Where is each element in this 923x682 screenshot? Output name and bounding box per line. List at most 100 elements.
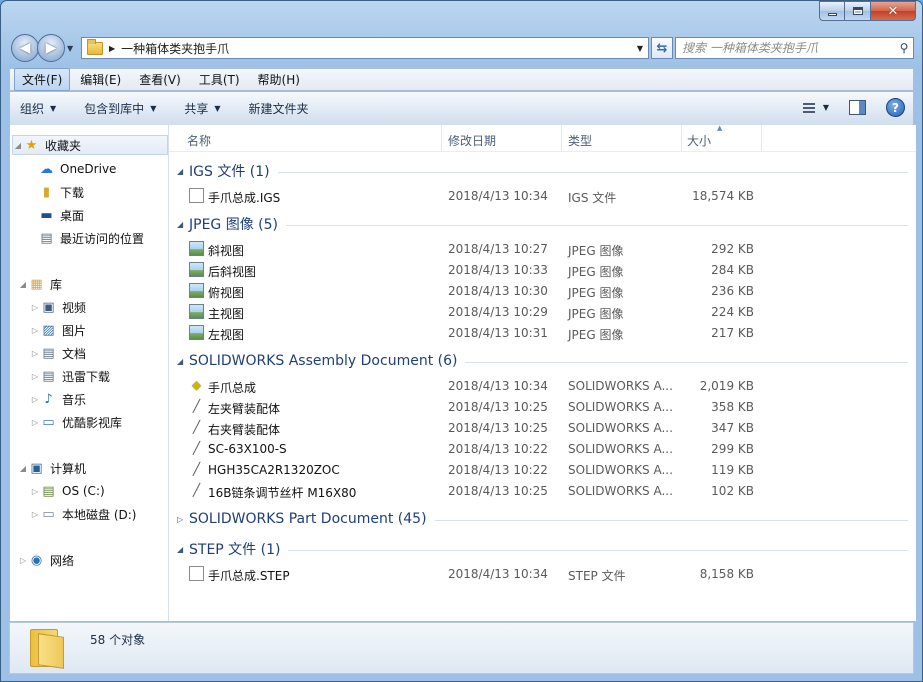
file-row[interactable]: 斜视图 2018/4/13 10:27 JPEG 图像 292 KB: [169, 238, 916, 259]
jpeg-image-icon: [189, 304, 204, 319]
sidebar-item-desktop[interactable]: ▬ 桌面: [38, 205, 84, 225]
sidebar-item-favorites[interactable]: ◢ ★ 收藏夹: [12, 135, 168, 155]
sidebar-label: 网络: [50, 553, 75, 568]
organize-button[interactable]: 组织 ▼: [20, 100, 56, 117]
file-row[interactable]: ╱ 左夹臂装配体 2018/4/13 10:25 SOLIDWORKS A... 358…: [169, 396, 916, 417]
expand-triangle-icon[interactable]: ▷: [30, 326, 40, 335]
search-icon[interactable]: ⚲: [895, 41, 913, 55]
column-header-date[interactable]: 修改日期: [448, 132, 496, 149]
maximize-button[interactable]: [845, 1, 871, 21]
sidebar-item-downloads[interactable]: ▮ 下载: [38, 182, 84, 202]
sidebar-item-documents[interactable]: ▷ ▤ 文档: [30, 343, 86, 363]
menu-bar: 文件(F) 编辑(E) 查看(V) 工具(T) 帮助(H): [9, 68, 914, 91]
help-icon[interactable]: ?: [886, 98, 905, 117]
sidebar-item-os-c[interactable]: ▷ ▤ OS (C:): [30, 481, 105, 501]
share-button[interactable]: 共享 ▼: [184, 100, 220, 117]
forward-button[interactable]: ▶: [37, 34, 65, 62]
file-name: 斜视图: [208, 244, 245, 258]
group-title: JPEG 图像 (5): [189, 217, 278, 233]
sidebar-item-youku[interactable]: ▷ ▭ 优酷影视库: [30, 412, 122, 432]
music-icon: ♪: [44, 391, 53, 407]
file-row[interactable]: 手爪总成.IGS 2018/4/13 10:34 IGS 文件 18,574 KB: [169, 185, 916, 206]
file-row[interactable]: ╱ SC-63X100-S 2018/4/13 10:22 SOLIDWORKS A.…: [169, 438, 916, 459]
file-row[interactable]: ╱ 右夹臂装配体 2018/4/13 10:25 SOLIDWORKS A... 347…: [169, 417, 916, 438]
file-row[interactable]: ◆ 手爪总成 2018/4/13 10:34 SOLIDWORKS A... 2,019…: [169, 375, 916, 396]
sidebar-label: 最近访问的位置: [60, 231, 145, 246]
include-in-library-button[interactable]: 包含到库中 ▼: [84, 100, 156, 117]
sidebar-item-computer[interactable]: ◢ ▣ 计算机: [18, 458, 86, 478]
address-bar[interactable]: ▶ 一种箱体类夹抱手爪 ▼: [81, 37, 649, 59]
breadcrumb-chevron-icon[interactable]: ▶: [109, 44, 115, 53]
file-row[interactable]: ╱ 16B链条调节丝杆 M16X80 2018/4/13 10:25 SOLIDWOR…: [169, 480, 916, 501]
file-row[interactable]: 主视图 2018/4/13 10:29 JPEG 图像 224 KB: [169, 301, 916, 322]
caption-buttons: ✕: [819, 1, 916, 21]
sidebar-item-recent-places[interactable]: ▤ 最近访问的位置: [38, 228, 144, 248]
preview-pane-icon[interactable]: [849, 100, 866, 115]
sidebar-item-local-disk-d[interactable]: ▷ ▭ 本地磁盘 (D:): [30, 504, 137, 524]
view-options-dropdown[interactable]: ▼: [823, 103, 829, 112]
sidebar-item-network[interactable]: ▷ ◉ 网络: [18, 550, 74, 570]
menu-view[interactable]: 查看(V): [131, 68, 189, 91]
refresh-button[interactable]: ⇆: [651, 37, 673, 59]
menu-help[interactable]: 帮助(H): [250, 68, 308, 91]
share-label: 共享: [184, 102, 209, 116]
group-header[interactable]: ◢ SOLIDWORKS Assembly Document (6): [177, 350, 908, 372]
menu-file[interactable]: 文件(F): [14, 68, 71, 91]
address-history-dropdown[interactable]: ▼: [632, 44, 648, 53]
sidebar-item-videos[interactable]: ▷ ▣ 视频: [30, 297, 86, 317]
sidebar-item-pictures[interactable]: ▷ ▨ 图片: [30, 320, 86, 340]
collapse-triangle-icon[interactable]: ◢: [13, 141, 23, 150]
sidebar-item-thunder-downloads[interactable]: ▷ ▤ 迅雷下载: [30, 366, 110, 386]
close-button[interactable]: ✕: [871, 1, 916, 21]
back-button[interactable]: ◀: [11, 34, 39, 62]
recent-pages-dropdown[interactable]: ▼: [67, 44, 79, 53]
file-row[interactable]: 手爪总成.STEP 2018/4/13 10:34 STEP 文件 8,158 KB: [169, 563, 916, 584]
sidebar-label: 文档: [62, 346, 87, 361]
file-row[interactable]: ╱ HGH35CA2R1320ZOC 2018/4/13 10:22 SOLIDWOR…: [169, 459, 916, 480]
expand-triangle-icon[interactable]: ▷: [30, 510, 40, 519]
column-header-name[interactable]: 名称: [187, 132, 211, 149]
collapse-triangle-icon[interactable]: ◢: [177, 545, 189, 554]
file-type: SOLIDWORKS A...: [568, 379, 673, 393]
expand-triangle-icon[interactable]: ▷: [30, 372, 40, 381]
column-header-size[interactable]: 大小: [687, 132, 711, 149]
solidworks-assembly-icon: ╱: [192, 483, 201, 497]
breadcrumb-current-folder[interactable]: 一种箱体类夹抱手爪: [121, 40, 632, 57]
file-row[interactable]: 后斜视图 2018/4/13 10:33 JPEG 图像 284 KB: [169, 259, 916, 280]
expand-triangle-icon[interactable]: ▷: [30, 303, 40, 312]
group-header[interactable]: ◢ STEP 文件 (1): [177, 538, 908, 560]
collapse-triangle-icon[interactable]: ◢: [177, 220, 189, 229]
collapse-triangle-icon[interactable]: ◢: [18, 280, 28, 289]
sidebar-item-onedrive[interactable]: ☁ OneDrive: [38, 159, 116, 179]
group-header[interactable]: ◢ JPEG 图像 (5): [177, 213, 908, 235]
search-box[interactable]: ⚲: [675, 37, 914, 59]
collapse-triangle-icon[interactable]: ◢: [177, 357, 189, 366]
expand-triangle-icon[interactable]: ▷: [30, 418, 40, 427]
menu-edit[interactable]: 编辑(E): [72, 68, 129, 91]
group-header[interactable]: ▷ SOLIDWORKS Part Document (45): [177, 508, 908, 530]
collapse-triangle-icon[interactable]: ◢: [177, 167, 189, 176]
column-header-type[interactable]: 类型: [568, 132, 592, 149]
file-date: 2018/4/13 10:22: [448, 463, 548, 477]
change-view-icon[interactable]: [799, 99, 819, 117]
file-date: 2018/4/13 10:29: [448, 305, 548, 319]
file-row[interactable]: 左视图 2018/4/13 10:31 JPEG 图像 217 KB: [169, 322, 916, 343]
expand-triangle-icon[interactable]: ▷: [30, 487, 40, 496]
collapse-triangle-icon[interactable]: ◢: [18, 464, 28, 473]
search-input[interactable]: [682, 41, 895, 55]
expand-triangle-icon[interactable]: ▷: [30, 395, 40, 404]
sidebar-item-libraries[interactable]: ◢ ▦ 库: [18, 274, 62, 294]
sidebar-item-music[interactable]: ▷ ♪ 音乐: [30, 389, 86, 409]
file-date: 2018/4/13 10:33: [448, 263, 548, 277]
expand-triangle-icon[interactable]: ▷: [18, 556, 28, 565]
file-date: 2018/4/13 10:25: [448, 421, 548, 435]
file-row[interactable]: 俯视图 2018/4/13 10:30 JPEG 图像 236 KB: [169, 280, 916, 301]
expand-triangle-icon[interactable]: ▷: [177, 515, 189, 524]
minimize-button[interactable]: [819, 1, 845, 21]
group-divider: [277, 171, 908, 173]
expand-triangle-icon[interactable]: ▷: [30, 349, 40, 358]
menu-tools[interactable]: 工具(T): [191, 68, 248, 91]
new-folder-button[interactable]: 新建文件夹: [249, 100, 309, 117]
group-header[interactable]: ◢ IGS 文件 (1): [177, 160, 908, 182]
forward-arrow-icon: ▶: [45, 40, 57, 56]
